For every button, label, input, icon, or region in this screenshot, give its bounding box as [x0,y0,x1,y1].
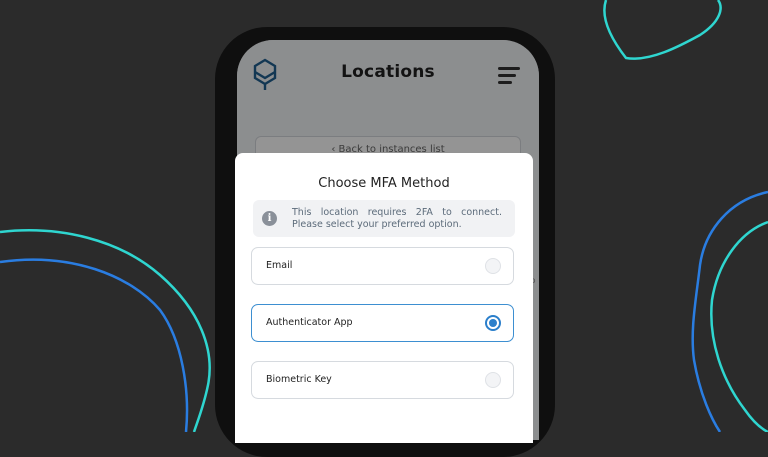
radio-button-selected[interactable] [485,315,501,331]
info-text: This location requires 2FA to connect. P… [292,207,502,230]
option-authenticator-app[interactable]: Authenticator App [251,304,514,342]
info-notice: i This location requires 2FA to connect.… [253,200,515,237]
option-label: Biometric Key [266,374,332,385]
option-email[interactable]: Email [251,247,514,285]
dialog-title: Choose MFA Method [318,176,450,191]
option-biometric-key[interactable]: Biometric Key [251,361,514,399]
mfa-method-dialog: Choose MFA Method i This location requir… [235,153,533,443]
info-icon: i [262,211,277,226]
option-label: Email [266,260,293,271]
radio-button[interactable] [485,372,501,388]
option-label: Authenticator App [266,317,353,328]
radio-button[interactable] [485,258,501,274]
